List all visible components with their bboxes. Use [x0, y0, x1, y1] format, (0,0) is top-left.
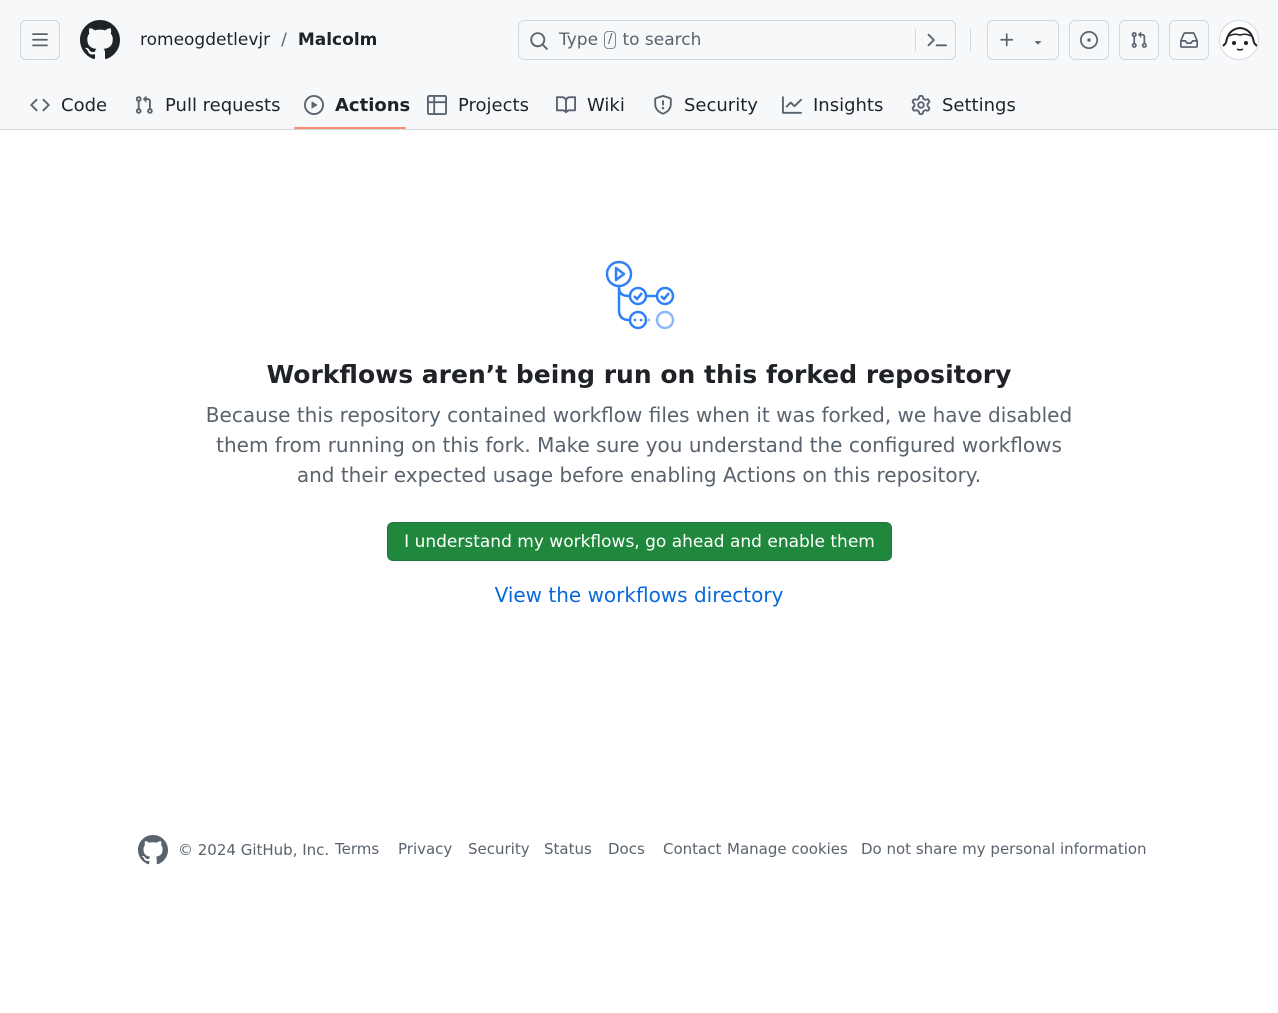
- footer-copyright-group: © 2024 GitHub, Inc.: [138, 834, 329, 866]
- code-icon: [30, 98, 50, 112]
- footer-link-contact[interactable]: Contact: [663, 840, 721, 858]
- search-icon: [530, 32, 548, 50]
- inbox-button[interactable]: [1169, 20, 1209, 60]
- tab-pull-requests[interactable]: Pull requests: [134, 80, 280, 130]
- repo-tabs: Code Pull requests Actions Projects Wiki…: [0, 80, 1278, 130]
- view-workflows-directory-link[interactable]: View the workflows directory: [0, 583, 1278, 607]
- issues-button[interactable]: [1069, 20, 1109, 60]
- git-pull-request-icon: [135, 95, 153, 114]
- tab-pull-requests-label: Pull requests: [165, 94, 281, 116]
- header-divider: [970, 28, 971, 52]
- tab-settings[interactable]: Settings: [911, 80, 1016, 130]
- blankslate-heading: Workflows aren’t being run on this forke…: [266, 360, 1012, 389]
- footer-link-terms[interactable]: Terms: [335, 840, 379, 858]
- git-pull-request-icon: [1131, 31, 1147, 48]
- issue-opened-icon: [1080, 31, 1098, 49]
- avatar-face-icon: [1220, 21, 1258, 59]
- plus-icon: [1000, 33, 1014, 47]
- tab-settings-label: Settings: [942, 94, 1016, 116]
- tab-projects[interactable]: Projects: [427, 80, 529, 130]
- command-palette-icon[interactable]: [926, 30, 948, 50]
- footer-link-manage-cookies[interactable]: Manage cookies: [727, 840, 848, 858]
- search-placeholder-suffix: to search: [622, 30, 702, 50]
- tab-insights[interactable]: Insights: [782, 80, 883, 130]
- app-header: romeogdetlevjr / Malcolm Type / to searc…: [0, 0, 1278, 130]
- tab-code[interactable]: Code: [30, 80, 107, 130]
- footer-link-docs[interactable]: Docs: [608, 840, 645, 858]
- search-placeholder-prefix: Type: [559, 30, 599, 50]
- repo-owner-link[interactable]: romeogdetlevjr: [140, 30, 270, 50]
- inbox-icon: [1180, 32, 1198, 48]
- search-divider: [915, 29, 916, 51]
- graph-icon: [782, 96, 802, 114]
- pull-requests-button[interactable]: [1119, 20, 1159, 60]
- user-avatar[interactable]: [1219, 20, 1259, 60]
- global-bar: romeogdetlevjr / Malcolm Type / to searc…: [0, 0, 1278, 80]
- play-icon: [304, 95, 324, 115]
- tab-insights-label: Insights: [813, 94, 884, 116]
- shield-icon: [654, 95, 672, 115]
- footer-link-status[interactable]: Status: [544, 840, 592, 858]
- tab-security-label: Security: [684, 94, 758, 116]
- tab-security[interactable]: Security: [653, 80, 758, 130]
- hamburger-icon: [32, 33, 48, 47]
- gear-icon: [911, 95, 931, 115]
- tab-wiki[interactable]: Wiki: [556, 80, 625, 130]
- open-menu-button[interactable]: [20, 20, 60, 60]
- blankslate-description: Because this repository contained workfl…: [205, 403, 1073, 487]
- tab-code-label: Code: [61, 94, 108, 116]
- create-new-button[interactable]: [987, 20, 1059, 60]
- footer-link-do-not-share[interactable]: Do not share my personal information: [861, 840, 1147, 858]
- active-tab-indicator: [294, 127, 406, 129]
- workflow-illustration-icon: [605, 260, 675, 330]
- tab-actions-label: Actions: [335, 94, 411, 116]
- footer-link-privacy[interactable]: Privacy: [398, 840, 452, 858]
- table-icon: [427, 95, 447, 115]
- footer-link-security[interactable]: Security: [468, 840, 530, 858]
- breadcrumb-separator: /: [281, 30, 287, 50]
- github-logo-icon[interactable]: [80, 20, 120, 60]
- footer-copyright: © 2024 GitHub, Inc.: [178, 841, 330, 859]
- enable-workflows-button[interactable]: I understand my workflows, go ahead and …: [387, 522, 892, 561]
- triangle-down-icon: [1034, 41, 1042, 45]
- breadcrumb: romeogdetlevjr / Malcolm: [140, 28, 377, 52]
- tab-projects-label: Projects: [458, 94, 529, 116]
- search-shortcut-key: /: [604, 31, 617, 49]
- tab-wiki-label: Wiki: [587, 94, 625, 116]
- github-mark-icon[interactable]: [138, 835, 168, 865]
- search-input[interactable]: Type / to search: [518, 20, 956, 60]
- book-icon: [556, 96, 576, 114]
- search-placeholder: Type / to search: [559, 30, 701, 50]
- tab-actions[interactable]: Actions: [304, 80, 410, 130]
- repo-name-link[interactable]: Malcolm: [298, 30, 378, 50]
